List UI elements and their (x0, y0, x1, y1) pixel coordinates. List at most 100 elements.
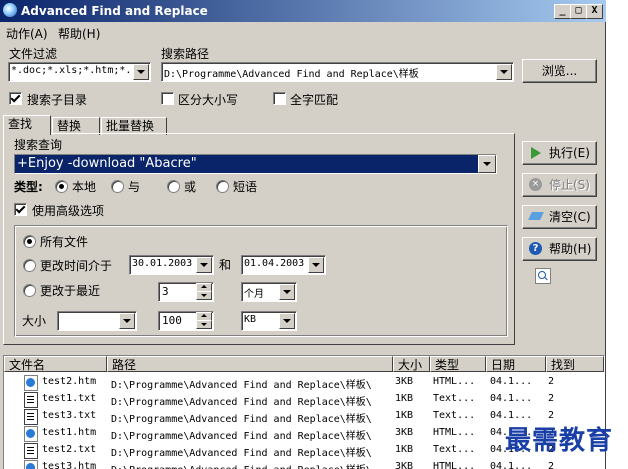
cell-date: 04.1... (490, 376, 533, 387)
window-title: Advanced Find and Replace (21, 4, 208, 18)
cell-found: 2 (548, 393, 555, 404)
cell-path: D:\Programme\Advanced Find and Replace\样… (111, 414, 372, 425)
size-unit-combo[interactable]: KB (241, 311, 297, 331)
col-header-type[interactable]: 类型 (430, 356, 486, 372)
chevron-down-icon[interactable] (279, 313, 295, 329)
all-files-radio[interactable] (23, 235, 36, 248)
chevron-down-icon[interactable] (119, 313, 135, 329)
chevron-down-icon[interactable] (496, 64, 512, 80)
cell-name: test2.htm (42, 376, 97, 387)
app-globe-icon[interactable] (3, 3, 17, 17)
col-header-found[interactable]: 找到 (546, 356, 604, 372)
table-row[interactable]: test2.htm D:\Programme\Advanced Find and … (4, 374, 604, 391)
col-header-path[interactable]: 路径 (107, 356, 393, 372)
recent-unit-combo[interactable]: 个月 (241, 282, 297, 302)
date-to-picker[interactable]: 01.04.2003 (241, 255, 326, 275)
date-from-value: 30.01.2003 (132, 258, 193, 269)
menu-help[interactable]: 帮助(H) (58, 25, 100, 42)
query-label: 搜索查询 (14, 138, 63, 152)
chevron-down-icon[interactable] (133, 64, 149, 80)
type-option-or: 或 (184, 180, 197, 194)
help-label: 帮助(H) (549, 242, 592, 256)
cell-date: 04.1... (490, 393, 533, 404)
table-row[interactable]: test1.txt D:\Programme\Advanced Find and … (4, 391, 604, 408)
chevron-down-icon[interactable] (279, 284, 295, 300)
menu-action[interactable]: 动作(A) (6, 25, 48, 42)
html-file-icon (24, 375, 38, 391)
text-file-icon (24, 443, 38, 459)
cell-path: D:\Programme\Advanced Find and Replace\样… (111, 461, 372, 469)
chevron-down-icon[interactable] (196, 257, 212, 273)
cell-size: 3KB (395, 427, 414, 438)
clear-button[interactable]: 清空(C) (522, 205, 597, 229)
modified-recent-radio[interactable] (23, 284, 36, 297)
type-radio-and[interactable] (111, 180, 124, 193)
cell-type: Text... (433, 444, 476, 455)
cell-type: Text... (433, 393, 476, 404)
cell-found: 2 (548, 461, 555, 469)
file-filter-label: 文件过滤 (9, 47, 58, 61)
col-header-date[interactable]: 日期 (486, 356, 546, 372)
cell-type: HTML... (433, 427, 476, 438)
clear-label: 清空(C) (549, 210, 591, 224)
stop-label: 停止(S) (549, 178, 590, 192)
size-value-stepper[interactable]: 100 (158, 311, 214, 331)
file-filter-combo[interactable]: *.doc;*.xls;*.htm;*. (8, 62, 151, 82)
title-bar[interactable]: Advanced Find and Replace _ □ X (0, 0, 606, 22)
maximize-button[interactable]: □ (570, 4, 587, 19)
modified-recent-label: 更改于最近 (40, 284, 101, 298)
magnifier-handle (544, 276, 548, 281)
cell-path: D:\Programme\Advanced Find and Replace\样… (111, 448, 372, 459)
col-header-size[interactable]: 大小 (393, 356, 430, 372)
cell-name: test1.txt (42, 393, 97, 404)
cell-name: test3.htm (42, 461, 97, 469)
recent-value-stepper[interactable]: 3 (158, 282, 214, 302)
help-button[interactable]: ? 帮助(H) (522, 237, 597, 261)
query-dropdown[interactable] (478, 155, 496, 173)
table-row[interactable]: test3.htm D:\Programme\Advanced Find and … (4, 459, 604, 469)
spin-down-icon[interactable] (196, 291, 212, 300)
case-checkbox[interactable] (161, 92, 174, 105)
query-input[interactable]: +Enjoy -download "Abacre" (14, 154, 497, 174)
type-radio-or[interactable] (167, 180, 180, 193)
text-file-icon (24, 392, 38, 408)
date-from-picker[interactable]: 30.01.2003 (129, 255, 214, 275)
search-icon[interactable] (535, 268, 551, 284)
cell-size: 3KB (395, 376, 414, 387)
browse-button[interactable]: 浏览... (522, 59, 597, 83)
file-filter-value: *.doc;*.xls;*.htm;*. (11, 65, 132, 76)
minimize-button[interactable]: _ (554, 4, 571, 19)
type-option-local: 本地 (72, 180, 97, 194)
modified-between-label: 更改时间介于 (40, 259, 113, 273)
cell-path: D:\Programme\Advanced Find and Replace\样… (111, 397, 372, 408)
html-file-icon (24, 426, 38, 442)
type-radio-phrase[interactable] (216, 180, 229, 193)
stop-button: × 停止(S) (522, 173, 597, 197)
whole-word-checkbox[interactable] (273, 92, 286, 105)
col-header-name[interactable]: 文件名 (4, 356, 107, 372)
advanced-checkbox[interactable] (14, 203, 27, 216)
cell-size: 1KB (395, 410, 414, 421)
modified-between-radio[interactable] (23, 259, 36, 272)
spin-down-icon[interactable] (196, 320, 212, 329)
main-window: Advanced Find and Replace _ □ X 动作(A) 帮助… (0, 0, 606, 469)
run-button[interactable]: 执行(E) (522, 141, 597, 165)
cell-found: 2 (548, 376, 555, 387)
chevron-down-icon[interactable] (308, 257, 324, 273)
size-value: 100 (162, 314, 182, 327)
subdirs-label: 搜索子目录 (27, 93, 88, 107)
size-unit-value: KB (244, 314, 257, 325)
type-radio-local[interactable] (55, 180, 68, 193)
play-icon (531, 147, 541, 159)
subdirs-checkbox[interactable] (9, 92, 22, 105)
size-label: 大小 (22, 314, 47, 328)
eraser-icon (528, 212, 544, 220)
cell-type: HTML... (433, 376, 476, 387)
close-button[interactable]: X (586, 4, 603, 19)
help-icon: ? (529, 242, 542, 255)
size-operator-combo[interactable] (57, 311, 137, 331)
and-label: 和 (219, 258, 232, 272)
cell-type: Text... (433, 410, 476, 421)
search-path-combo[interactable]: D:\Programme\Advanced Find and Replace\样… (161, 62, 514, 82)
tab-find[interactable]: 查找 (3, 115, 51, 135)
